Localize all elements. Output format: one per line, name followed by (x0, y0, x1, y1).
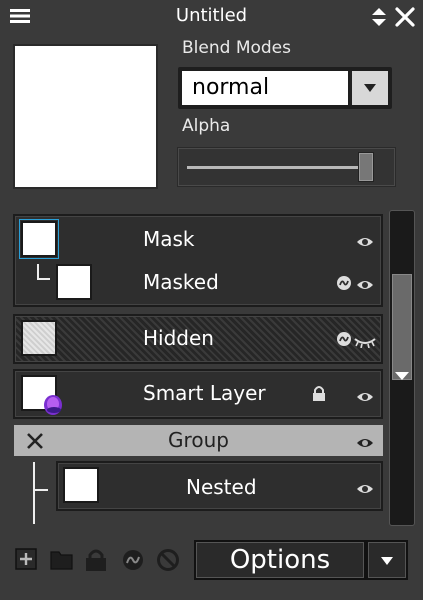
layer-name-hidden[interactable]: Hidden (143, 326, 214, 350)
nested-thumbnail[interactable] (63, 467, 99, 503)
eye-icon[interactable] (356, 233, 374, 252)
delete-layer-icon[interactable] (156, 548, 179, 571)
close-icon[interactable] (394, 7, 416, 27)
options-dropdown-button[interactable] (366, 540, 408, 580)
eye-closed-icon[interactable] (354, 333, 376, 352)
clipping-mask-icon[interactable] (121, 548, 143, 570)
layer-name-mask[interactable]: Mask (143, 227, 195, 251)
lock-icon[interactable] (311, 385, 327, 405)
window-title: Untitled (175, 5, 248, 26)
scrollbar-thumb[interactable] (392, 274, 412, 380)
layer-name-nested[interactable]: Nested (186, 475, 257, 499)
eye-icon[interactable] (356, 434, 374, 453)
smart-object-icon (42, 393, 64, 419)
folder-icon[interactable] (50, 548, 73, 570)
alpha-slider-track[interactable] (187, 166, 373, 169)
scroll-down-icon[interactable] (394, 366, 410, 385)
collapse-expand-icon[interactable] (371, 7, 387, 27)
alpha-slider-thumb[interactable] (357, 152, 374, 182)
blend-modes-label: Blend Modes (182, 38, 291, 58)
clip-icon[interactable] (336, 275, 352, 295)
tree-connector (36, 264, 52, 282)
blend-mode-dropdown-button[interactable] (350, 71, 388, 105)
layer-name-group[interactable]: Group (14, 428, 383, 452)
lock-layer-icon[interactable] (84, 548, 106, 571)
add-layer-icon[interactable] (15, 548, 37, 570)
eye-icon[interactable] (356, 480, 374, 499)
alpha-label: Alpha (182, 116, 231, 136)
masked-thumbnail[interactable] (56, 264, 92, 300)
chevron-down-icon (381, 557, 393, 565)
layer-name-masked[interactable]: Masked (143, 270, 219, 294)
options-button[interactable]: Options (194, 540, 366, 580)
layer-name-smart[interactable]: Smart Layer (143, 381, 266, 405)
mask-thumbnail[interactable] (21, 221, 57, 257)
eye-icon[interactable] (356, 388, 374, 407)
layer-preview (13, 44, 158, 189)
hidden-thumbnail[interactable] (21, 320, 57, 356)
blend-mode-value[interactable]: normal (182, 71, 348, 105)
eye-icon[interactable] (356, 276, 374, 295)
clip-icon[interactable] (336, 331, 352, 351)
tree-connector (28, 462, 50, 526)
chevron-down-icon (364, 84, 376, 92)
